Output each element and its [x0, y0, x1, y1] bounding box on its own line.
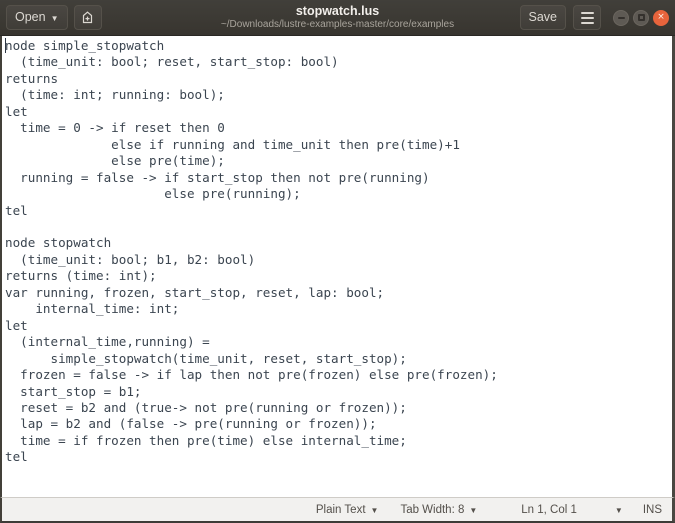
tab-width-label: Tab Width: 8: [400, 503, 465, 516]
cursor-position-label: Ln 1, Col 1: [521, 503, 577, 516]
toolbar-right-group: Save ×: [519, 5, 669, 30]
editor-area[interactable]: node simple_stopwatch (time_unit: bool; …: [0, 36, 675, 497]
source-code-text[interactable]: node simple_stopwatch (time_unit: bool; …: [2, 36, 672, 466]
text-editor-window: Open ▼ stopwatch.lus ~/Downloads/lustre-…: [0, 0, 675, 523]
chevron-down-icon: ▼: [614, 506, 623, 515]
hamburger-menu-icon: [580, 11, 594, 24]
title-bar: Open ▼ stopwatch.lus ~/Downloads/lustre-…: [0, 0, 675, 36]
language-label: Plain Text: [315, 503, 366, 516]
file-path-subtitle: ~/Downloads/lustre-examples-master/core/…: [220, 19, 455, 30]
save-button-label: Save: [528, 10, 558, 25]
chevron-down-icon: ▼: [469, 506, 478, 515]
chevron-down-icon: ▼: [50, 13, 59, 23]
toolbar-left-group: Open ▼: [6, 5, 102, 30]
chevron-down-icon: ▼: [370, 506, 379, 515]
main-menu-button[interactable]: [573, 5, 601, 30]
open-button[interactable]: Open ▼: [6, 5, 68, 30]
new-document-button[interactable]: [73, 5, 102, 30]
open-button-label: Open: [15, 10, 46, 25]
maximize-button[interactable]: [633, 9, 649, 26]
status-bar: Plain Text ▼ Tab Width: 8 ▼ Ln 1, Col 1 …: [0, 497, 675, 523]
tab-width-selector[interactable]: Tab Width: 8 ▼: [400, 504, 477, 516]
text-cursor: [5, 38, 6, 53]
language-selector[interactable]: Plain Text ▼: [316, 504, 379, 516]
insert-mode-label: INS: [642, 503, 662, 516]
page-title: stopwatch.lus: [295, 4, 380, 18]
cursor-position-dropdown[interactable]: ▼: [614, 505, 623, 515]
maximize-icon: [637, 14, 645, 21]
window-controls: ×: [613, 9, 669, 26]
minimize-button[interactable]: [613, 9, 629, 26]
close-button[interactable]: ×: [653, 9, 669, 26]
new-document-icon: [80, 10, 95, 25]
minimize-icon: [617, 16, 625, 19]
save-button[interactable]: Save: [519, 5, 566, 30]
close-icon: ×: [657, 12, 665, 22]
